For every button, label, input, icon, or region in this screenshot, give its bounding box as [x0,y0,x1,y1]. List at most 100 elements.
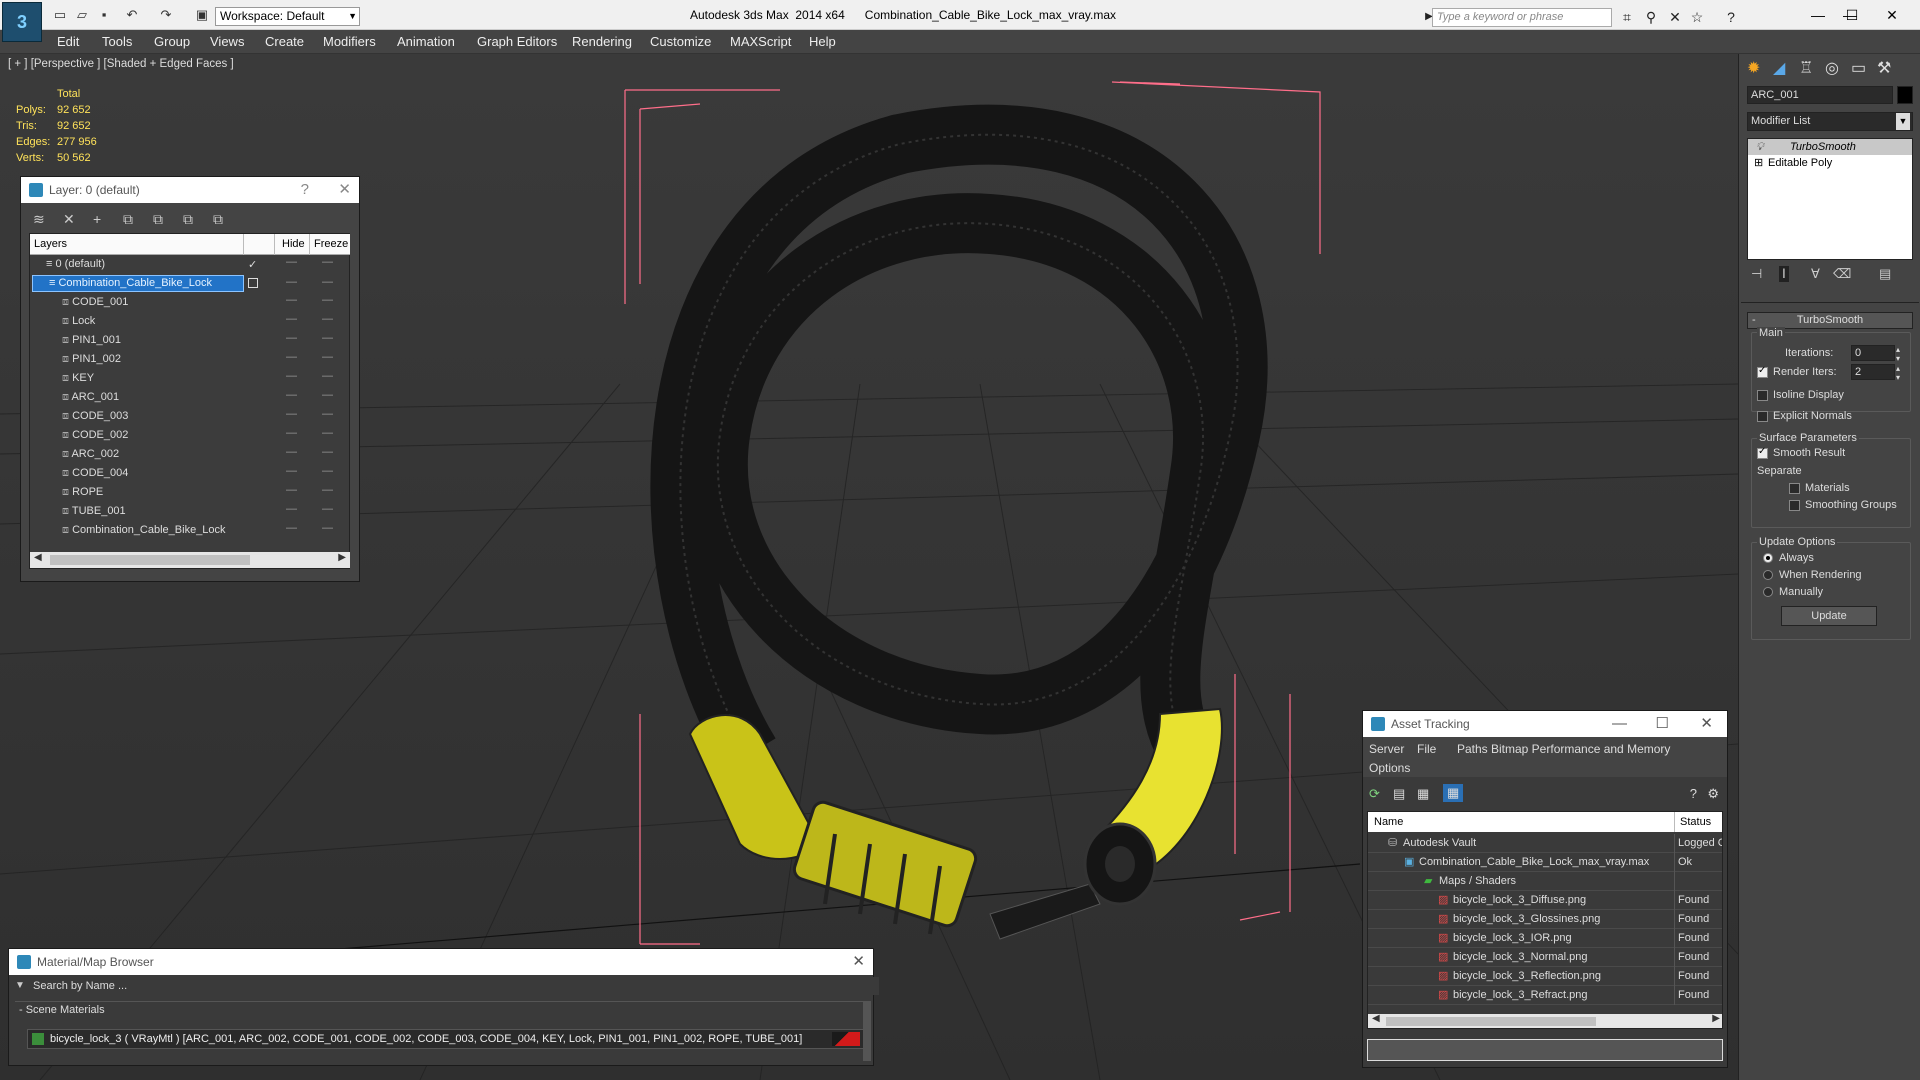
remove-modifier-icon[interactable]: ⌫ [1833,266,1851,282]
modifier-list-dropdown[interactable]: Modifier List ▼ [1747,112,1913,131]
options-dropdown-icon[interactable]: ▼ [15,980,25,991]
asset-name[interactable]: Combination_Cable_Bike_Lock_max_vray.max [1419,856,1649,868]
layer-object-row[interactable]: ⧈ CODE_002 [62,429,128,442]
lightbulb-icon[interactable]: 💡︎ [1756,139,1764,155]
asset-name[interactable]: Maps / Shaders [1439,875,1516,887]
scroll-right-icon[interactable]: ▶ [338,552,346,563]
layer-object-row[interactable]: ⧈ TUBE_001 [62,505,126,518]
project-folder-icon[interactable]: ▣ [194,7,210,23]
hide-toggle[interactable]: — [286,446,297,458]
col-layers[interactable]: Layers [34,238,67,250]
menu-bitmap-performance[interactable]: Bitmap Performance and Memory [1491,742,1670,756]
scroll-right-icon[interactable]: ▶ [1712,1013,1720,1024]
spinner-arrows-icon[interactable]: ▴ ▾ [1896,364,1900,382]
scroll-left-icon[interactable]: ◀ [34,552,42,563]
asset-name[interactable]: bicycle_lock_3_Diffuse.png [1453,894,1586,906]
new-file-icon[interactable]: ▭ [52,7,68,23]
material-browser-titlebar[interactable]: Material/Map Browser ✕ [9,949,873,975]
asset-name[interactable]: Autodesk Vault [1403,837,1476,849]
hide-all-icon[interactable]: ⧉ [183,211,193,228]
help-icon[interactable]: ? [301,177,309,203]
asset-name[interactable]: bicycle_lock_3_Glossines.png [1453,913,1600,925]
undo-icon[interactable]: ↶ [124,7,140,23]
menu-file[interactable]: File [1417,742,1436,756]
hide-toggle[interactable]: — [286,332,297,344]
render-iters-spinner[interactable]: 2 [1851,364,1895,380]
delete-layer-icon[interactable]: ✕ [63,211,75,228]
layer-object-row[interactable]: ⧈ ARC_002 [62,448,119,461]
freeze-toggle[interactable]: — [322,465,333,477]
highlight-layer-icon[interactable]: ⧉ [153,211,163,228]
hide-toggle[interactable]: — [286,389,297,401]
freeze-toggle[interactable]: — [322,427,333,439]
layer-object-row[interactable]: ⧈ CODE_003 [62,410,128,423]
col-hide[interactable]: Hide [282,238,305,250]
active-layer-check-icon[interactable]: ✓ [248,258,257,271]
freeze-toggle[interactable]: — [322,370,333,382]
freeze-toggle[interactable]: — [322,446,333,458]
freeze-toggle[interactable]: — [322,332,333,344]
hierarchy-tab-icon[interactable]: ♖ [1799,58,1813,78]
material-entry[interactable]: bicycle_lock_3 ( VRayMtl ) [ARC_001, ARC… [27,1029,865,1049]
subscription-icon[interactable]: ⚲ [1642,9,1660,25]
menu-options[interactable]: Options [1369,761,1410,775]
layer-row-default[interactable]: ≡ 0 (default) [46,258,105,270]
list-view-icon[interactable]: ▤ [1393,786,1405,802]
freeze-toggle[interactable]: — [322,484,333,496]
show-end-result-icon[interactable]: Ⅰ [1779,266,1789,282]
col-name[interactable]: Name [1374,816,1403,828]
settings-icon[interactable]: ⚙ [1707,786,1719,802]
asset-tracking-titlebar[interactable]: Asset Tracking — ☐ ✕ [1363,711,1727,737]
hide-toggle[interactable]: — [286,313,297,325]
menu-animation[interactable]: Animation [397,34,455,49]
menu-edit[interactable]: Edit [57,34,79,49]
help-icon[interactable]: ? [1722,9,1740,25]
freeze-toggle[interactable]: — [322,522,333,534]
menu-tools[interactable]: Tools [102,34,132,49]
layer-object-row[interactable]: ⧈ CODE_004 [62,467,128,480]
pin-stack-icon[interactable]: ⊣ [1751,266,1762,282]
freeze-all-icon[interactable]: ⧉ [213,211,223,228]
minimize-icon[interactable]: — [1612,711,1627,737]
window-maximize-icon[interactable]: ☐ [1832,4,1872,26]
freeze-toggle[interactable]: — [322,503,333,515]
menu-graph-editors[interactable]: Graph Editors [477,34,557,49]
hide-toggle[interactable]: — [286,427,297,439]
search-input[interactable]: Type a keyword or phrase [1432,8,1612,27]
close-icon[interactable]: ✕ [852,949,865,975]
layer-object-row[interactable]: ⧈ PIN1_002 [62,353,121,366]
menu-paths[interactable]: Paths [1457,742,1488,756]
utilities-tab-icon[interactable]: ⚒ [1877,58,1891,78]
viewport-label[interactable]: [ + ] [Perspective ] [Shaded + Edged Fac… [8,58,234,70]
horizontal-scrollbar[interactable]: ◀ ▶ [1368,1013,1722,1028]
select-objects-icon[interactable]: ⧉ [123,211,133,228]
create-layer-icon[interactable]: ≋ [33,211,45,228]
object-color-swatch[interactable] [1897,86,1913,104]
menu-customize[interactable]: Customize [650,34,711,49]
expand-icon[interactable]: ⊞ [1754,155,1763,171]
window-close-icon[interactable]: ✕ [1872,4,1912,26]
scroll-thumb[interactable] [1386,1017,1596,1026]
hide-toggle[interactable]: — [286,351,297,363]
make-unique-icon[interactable]: ∀ [1811,266,1820,282]
materials-checkbox[interactable] [1789,483,1800,494]
scroll-left-icon[interactable]: ◀ [1372,1013,1380,1024]
close-icon[interactable]: ✕ [338,177,351,203]
explicit-normals-checkbox[interactable] [1757,411,1768,422]
table-view-icon[interactable]: ▦ [1443,784,1464,802]
freeze-toggle[interactable]: — [322,351,333,363]
freeze-toggle[interactable]: — [322,408,333,420]
iterations-spinner[interactable]: 0 [1851,345,1895,361]
layer-object-row[interactable]: ⧈ ARC_001 [62,391,119,404]
favorites-star-icon[interactable]: ☆ [1688,9,1706,25]
close-icon[interactable]: ✕ [1700,711,1713,737]
always-radio[interactable] [1763,553,1773,563]
spinner-arrows-icon[interactable]: ▴ ▾ [1896,345,1900,363]
freeze-toggle[interactable]: — [322,276,333,288]
layer-object-row[interactable]: ⧈ CODE_001 [62,296,128,309]
refresh-icon[interactable]: ⟳ [1369,786,1380,802]
layer-object-row[interactable]: ⧈ ROPE [62,486,103,499]
make-current-icon[interactable] [248,278,258,288]
hide-toggle[interactable]: — [286,408,297,420]
scroll-thumb[interactable] [50,555,250,565]
